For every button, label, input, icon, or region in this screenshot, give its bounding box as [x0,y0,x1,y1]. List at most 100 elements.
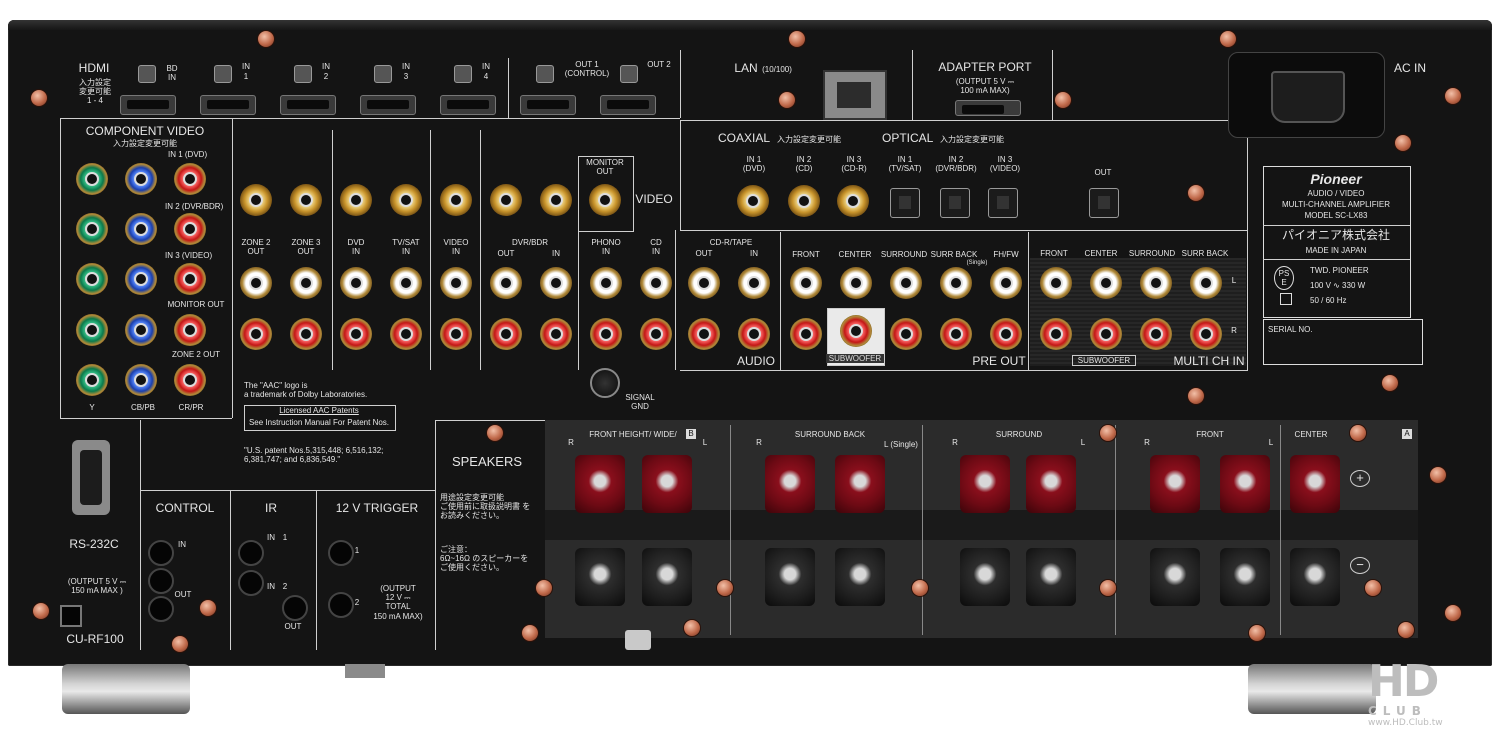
spk-center-plus[interactable] [1290,455,1340,513]
component-in1-pr-jack[interactable] [174,163,206,195]
spk-fhw-l-minus[interactable] [642,548,692,606]
component-monitor-pb-jack[interactable] [125,314,157,346]
spk-surrback-l-plus[interactable] [835,455,885,513]
component-zone2-pb-jack[interactable] [125,364,157,396]
optical-in1-port[interactable] [890,188,920,218]
ir-in2-jack[interactable] [238,570,264,596]
spk-surrback-l-minus[interactable] [835,548,885,606]
optical-in3-port[interactable] [988,188,1018,218]
spk-center-minus[interactable] [1290,548,1340,606]
component-in3-y-jack[interactable] [76,263,108,295]
phono-audio-l-jack[interactable] [590,267,622,299]
component-in1-pb-jack[interactable] [125,163,157,195]
dvrbdr-in-audio-l-jack[interactable] [540,267,572,299]
tvsat-audio-r-jack[interactable] [390,318,422,350]
spk-surround-l-plus[interactable] [1026,455,1076,513]
optical-out-port[interactable] [1089,188,1119,218]
dvd-audio-l-jack[interactable] [340,267,372,299]
preout-fhfw-r-jack[interactable] [990,318,1022,350]
dvrbdr-out-audio-r-jack[interactable] [490,318,522,350]
cdr-out-audio-l-jack[interactable] [688,267,720,299]
multich-center-jack[interactable] [1090,267,1122,299]
hdmi-in1-port[interactable] [200,95,256,115]
coax-in3-jack[interactable] [837,185,869,217]
multich-front-l-jack[interactable] [1040,267,1072,299]
control-mid-jack[interactable] [148,568,174,594]
spk-surrback-r-plus[interactable] [765,455,815,513]
preout-fhfw-l-jack[interactable] [990,267,1022,299]
dvrbdr-out-audio-l-jack[interactable] [490,267,522,299]
preout-surrback-l-jack[interactable] [940,267,972,299]
multich-surround-r-jack[interactable] [1140,318,1172,350]
multich-surrback-r-jack[interactable] [1190,318,1222,350]
component-monitor-y-jack[interactable] [76,314,108,346]
component-in2-pr-jack[interactable] [174,213,206,245]
control-out-jack[interactable] [148,596,174,622]
ir-out-jack[interactable] [282,595,308,621]
preout-surround-l-jack[interactable] [890,267,922,299]
cu-rf-port[interactable] [60,605,82,627]
multich-front-r-jack[interactable] [1040,318,1072,350]
optical-in2-port[interactable] [940,188,970,218]
video-zone2-out-jack[interactable] [240,184,272,216]
dvd-audio-r-jack[interactable] [340,318,372,350]
tvsat-audio-l-jack[interactable] [390,267,422,299]
video-dvrbdr-in-jack[interactable] [540,184,572,216]
hdmi-out2-port[interactable] [600,95,656,115]
trigger-1-jack[interactable] [328,540,354,566]
component-monitor-pr-jack[interactable] [174,314,206,346]
phono-audio-r-jack[interactable] [590,318,622,350]
zone3-audio-l-jack[interactable] [290,267,322,299]
trigger-2-jack[interactable] [328,592,354,618]
video-zone3-out-jack[interactable] [290,184,322,216]
hdmi-out1-port[interactable] [520,95,576,115]
hdmi-in4-port[interactable] [440,95,496,115]
component-in3-pr-jack[interactable] [174,263,206,295]
dvrbdr-in-audio-r-jack[interactable] [540,318,572,350]
spk-surround-r-plus[interactable] [960,455,1010,513]
control-in-jack[interactable] [148,540,174,566]
rs232c-port[interactable] [72,440,110,515]
lan-port[interactable] [823,70,887,120]
ac-in-socket[interactable] [1228,52,1385,138]
spk-front-l-minus[interactable] [1220,548,1270,606]
video-tvsat-in-jack[interactable] [390,184,422,216]
multich-subwoofer-jack[interactable] [1090,318,1122,350]
ir-in1-jack[interactable] [238,540,264,566]
spk-fhw-r-minus[interactable] [575,548,625,606]
coax-in1-jack[interactable] [737,185,769,217]
cd-audio-r-jack[interactable] [640,318,672,350]
hdmi-in2-port[interactable] [280,95,336,115]
coax-in2-jack[interactable] [788,185,820,217]
preout-front-r-jack[interactable] [790,318,822,350]
component-zone2-pr-jack[interactable] [174,364,206,396]
preout-front-l-jack[interactable] [790,267,822,299]
zone2-audio-l-jack[interactable] [240,267,272,299]
preout-surround-r-jack[interactable] [890,318,922,350]
component-zone2-y-jack[interactable] [76,364,108,396]
zone2-audio-r-jack[interactable] [240,318,272,350]
video-audio-l-jack[interactable] [440,267,472,299]
cd-audio-l-jack[interactable] [640,267,672,299]
spk-fhw-l-plus[interactable] [642,455,692,513]
hdmi-in3-port[interactable] [360,95,416,115]
video-dvrbdr-out-jack[interactable] [490,184,522,216]
spk-front-r-minus[interactable] [1150,548,1200,606]
video-video-in-jack[interactable] [440,184,472,216]
spk-front-l-plus[interactable] [1220,455,1270,513]
component-in3-pb-jack[interactable] [125,263,157,295]
component-in1-y-jack[interactable] [76,163,108,195]
cdr-in-audio-l-jack[interactable] [738,267,770,299]
spk-surround-r-minus[interactable] [960,548,1010,606]
video-monitor-out-jack[interactable] [589,184,621,216]
preout-subwoofer-jack[interactable] [840,315,872,347]
component-in2-y-jack[interactable] [76,213,108,245]
zone3-audio-r-jack[interactable] [290,318,322,350]
multich-surrback-l-jack[interactable] [1190,267,1222,299]
preout-surrback-r-jack[interactable] [940,318,972,350]
spk-surround-l-minus[interactable] [1026,548,1076,606]
video-audio-r-jack[interactable] [440,318,472,350]
hdmi-bd-in-port[interactable] [120,95,176,115]
spk-surrback-r-minus[interactable] [765,548,815,606]
adapter-port-socket[interactable] [955,100,1021,116]
